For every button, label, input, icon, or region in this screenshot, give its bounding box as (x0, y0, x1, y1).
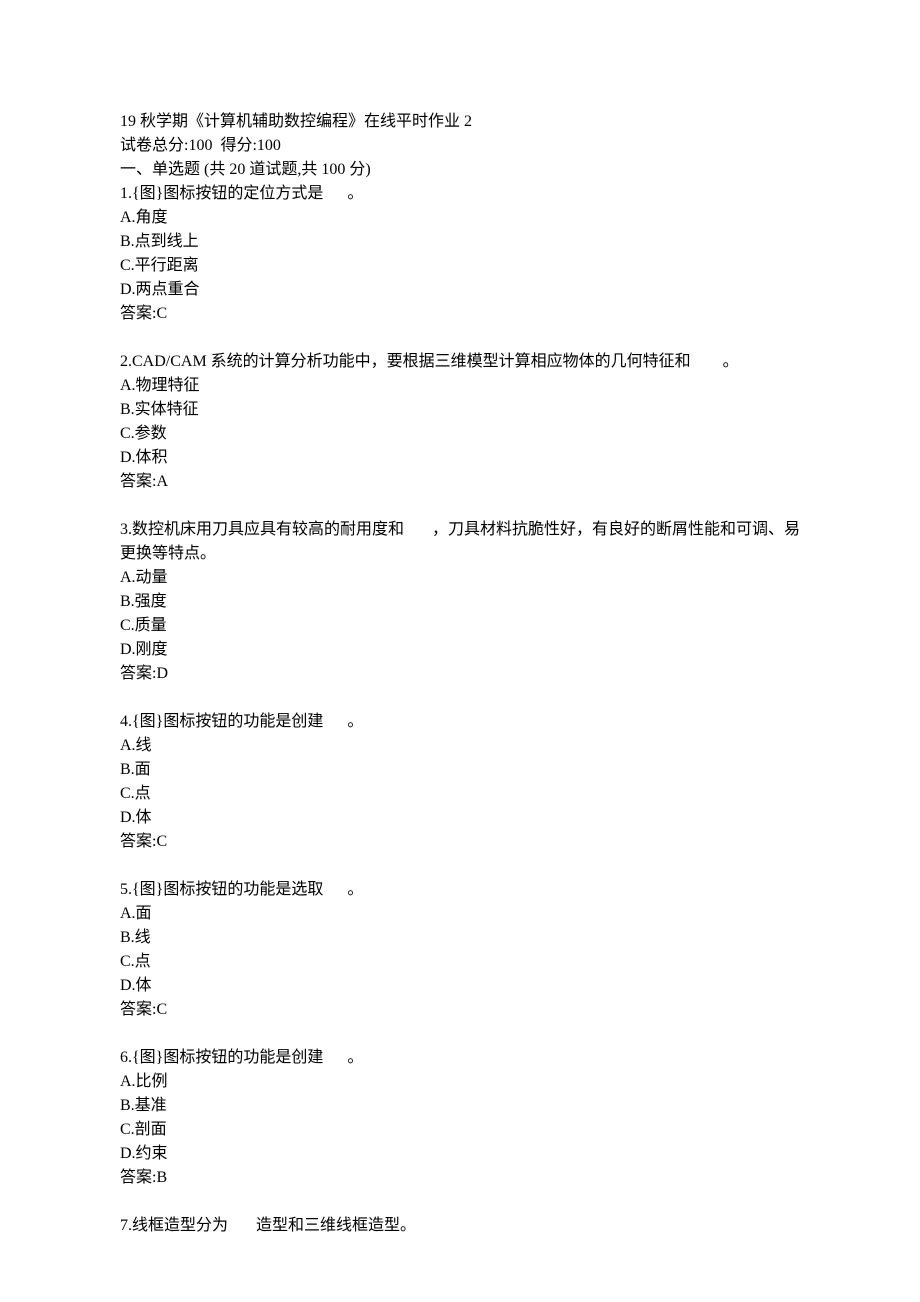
answer: 答案:A (120, 470, 800, 494)
option-b: B.强度 (120, 590, 800, 614)
question-6: 6.{图}图标按钮的功能是创建 。 A.比例 B.基准 C.剖面 D.约束 答案… (120, 1046, 800, 1190)
section-heading: 一、单选题 (共 20 道试题,共 100 分) (120, 158, 800, 182)
answer: 答案:B (120, 1166, 800, 1190)
score-line: 试卷总分:100 得分:100 (120, 134, 800, 158)
question-stem: 4.{图}图标按钮的功能是创建 。 (120, 710, 800, 734)
option-b: B.面 (120, 758, 800, 782)
answer: 答案:C (120, 302, 800, 326)
option-d: D.约束 (120, 1142, 800, 1166)
question-stem: 3.数控机床用刀具应具有较高的耐用度和 ，刀具材料抗脆性好，有良好的断屑性能和可… (120, 518, 800, 566)
answer: 答案:D (120, 662, 800, 686)
option-b: B.实体特征 (120, 398, 800, 422)
option-a: A.线 (120, 734, 800, 758)
question-7: 7.线框造型分为 造型和三维线框造型。 (120, 1214, 800, 1238)
question-1: 1.{图}图标按钮的定位方式是 。 A.角度 B.点到线上 C.平行距离 D.两… (120, 182, 800, 326)
option-a: A.面 (120, 902, 800, 926)
answer: 答案:C (120, 830, 800, 854)
option-c: C.质量 (120, 614, 800, 638)
option-d: D.体积 (120, 446, 800, 470)
option-b: B.线 (120, 926, 800, 950)
option-c: C.参数 (120, 422, 800, 446)
option-b: B.基准 (120, 1094, 800, 1118)
option-b: B.点到线上 (120, 230, 800, 254)
question-stem: 5.{图}图标按钮的功能是选取 。 (120, 878, 800, 902)
option-c: C.点 (120, 782, 800, 806)
exam-title: 19 秋学期《计算机辅助数控编程》在线平时作业 2 (120, 110, 800, 134)
option-d: D.体 (120, 806, 800, 830)
option-d: D.两点重合 (120, 278, 800, 302)
question-stem: 6.{图}图标按钮的功能是创建 。 (120, 1046, 800, 1070)
option-d: D.体 (120, 974, 800, 998)
question-3: 3.数控机床用刀具应具有较高的耐用度和 ，刀具材料抗脆性好，有良好的断屑性能和可… (120, 518, 800, 686)
option-c: C.点 (120, 950, 800, 974)
question-stem: 2.CAD/CAM 系统的计算分析功能中，要根据三维模型计算相应物体的几何特征和… (120, 350, 800, 374)
question-stem: 7.线框造型分为 造型和三维线框造型。 (120, 1214, 800, 1238)
option-c: C.平行距离 (120, 254, 800, 278)
option-d: D.刚度 (120, 638, 800, 662)
option-c: C.剖面 (120, 1118, 800, 1142)
question-5: 5.{图}图标按钮的功能是选取 。 A.面 B.线 C.点 D.体 答案:C (120, 878, 800, 1022)
option-a: A.动量 (120, 566, 800, 590)
question-4: 4.{图}图标按钮的功能是创建 。 A.线 B.面 C.点 D.体 答案:C (120, 710, 800, 854)
question-stem: 1.{图}图标按钮的定位方式是 。 (120, 182, 800, 206)
option-a: A.比例 (120, 1070, 800, 1094)
option-a: A.物理特征 (120, 374, 800, 398)
option-a: A.角度 (120, 206, 800, 230)
answer: 答案:C (120, 998, 800, 1022)
question-2: 2.CAD/CAM 系统的计算分析功能中，要根据三维模型计算相应物体的几何特征和… (120, 350, 800, 494)
